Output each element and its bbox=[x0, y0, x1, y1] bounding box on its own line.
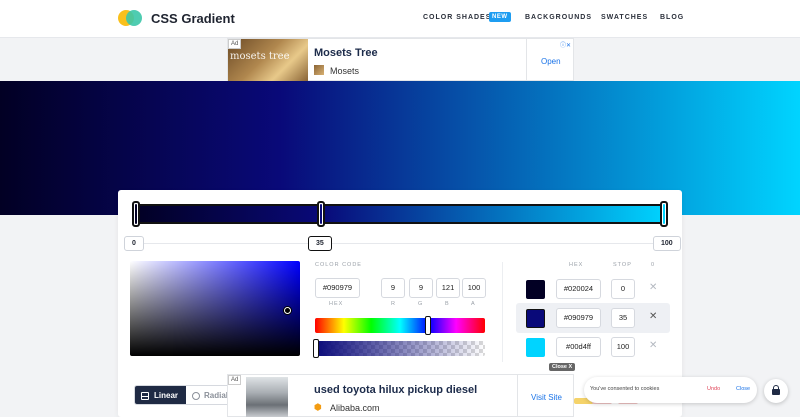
alpha-slider[interactable] bbox=[315, 341, 485, 356]
stop-hex-input[interactable]: #00d4ff bbox=[556, 337, 601, 357]
panel-divider bbox=[502, 262, 503, 362]
close-ad-button[interactable]: Close X bbox=[549, 363, 576, 371]
ad-image[interactable] bbox=[246, 377, 288, 417]
stop-swatch[interactable] bbox=[526, 309, 545, 328]
stop-row[interactable]: #00d4ff 100 ✕ bbox=[516, 332, 670, 362]
stop-position-input[interactable]: 0 bbox=[611, 279, 635, 299]
picker-cursor[interactable] bbox=[284, 307, 291, 314]
b-label: B bbox=[445, 301, 450, 307]
alpha-input[interactable]: 100 bbox=[462, 278, 486, 298]
g-label: G bbox=[418, 301, 424, 307]
ad-open-button[interactable]: Open bbox=[541, 57, 561, 66]
stop-position-input[interactable]: 35 bbox=[611, 308, 635, 328]
alpha-handle[interactable] bbox=[313, 339, 319, 358]
ad-advertiser: Alibaba.com bbox=[330, 403, 380, 413]
cookie-consent-toast: You've consented to cookies Undo Close bbox=[584, 377, 757, 403]
consent-message: You've consented to cookies bbox=[590, 386, 660, 392]
stop-swatch[interactable] bbox=[526, 280, 545, 299]
extra-column-header: 0 bbox=[651, 262, 656, 268]
red-input[interactable]: 9 bbox=[381, 278, 405, 298]
stop-handle-start[interactable] bbox=[132, 201, 140, 227]
remove-stop-icon[interactable]: ✕ bbox=[649, 282, 657, 293]
color-code-label: COLOR CODE bbox=[315, 262, 362, 268]
site-header: CSS Gradient COLOR SHADES NEW BACKGROUND… bbox=[0, 0, 800, 38]
hue-handle[interactable] bbox=[425, 316, 431, 335]
stop-position-end[interactable]: 100 bbox=[653, 236, 681, 251]
stop-position-input[interactable]: 100 bbox=[611, 337, 635, 357]
r-label: R bbox=[391, 301, 396, 307]
remove-stop-icon[interactable]: ✕ bbox=[649, 340, 657, 351]
gradient-type-tabs: Linear Radial bbox=[134, 385, 234, 405]
advertiser-logo-icon bbox=[314, 65, 324, 75]
tab-radial-label: Radial bbox=[204, 391, 229, 400]
brand-name[interactable]: CSS Gradient bbox=[151, 11, 235, 26]
ad-title[interactable]: Mosets Tree bbox=[314, 47, 378, 59]
privacy-settings-button[interactable] bbox=[764, 379, 788, 403]
logo-icon[interactable] bbox=[118, 10, 146, 28]
stop-hex-input[interactable]: #090979 bbox=[556, 308, 601, 328]
ad-divider bbox=[526, 39, 527, 81]
gradient-track[interactable] bbox=[134, 204, 668, 224]
top-ad-banner[interactable]: mosets tree Ad Mosets Tree Mosets Open ⓘ… bbox=[227, 38, 574, 81]
stop-handle-middle[interactable] bbox=[317, 201, 325, 227]
stop-position-start[interactable]: 0 bbox=[124, 236, 144, 251]
hex-column-header: HEX bbox=[569, 262, 584, 268]
ad-tag: Ad bbox=[228, 375, 242, 385]
hue-slider[interactable] bbox=[315, 318, 485, 333]
ad-image-text: mosets tree bbox=[230, 51, 290, 62]
lock-icon bbox=[772, 385, 780, 395]
linear-icon bbox=[141, 392, 149, 400]
nav-blog[interactable]: BLOG bbox=[660, 14, 684, 21]
remove-stop-icon[interactable]: ✕ bbox=[649, 311, 657, 322]
new-badge: NEW bbox=[489, 12, 511, 22]
stop-column-header: STOP bbox=[613, 262, 632, 268]
stop-hex-input[interactable]: #020024 bbox=[556, 279, 601, 299]
stop-swatch[interactable] bbox=[526, 338, 545, 357]
nav-color-shades[interactable]: COLOR SHADES bbox=[423, 14, 491, 21]
ad-divider bbox=[517, 375, 518, 417]
saturation-value-picker[interactable] bbox=[130, 261, 300, 356]
advertiser-logo-icon: ⬢ bbox=[314, 402, 322, 412]
hex-input[interactable]: #090979 bbox=[315, 278, 360, 298]
stop-position-line bbox=[138, 243, 668, 244]
ad-choices-icon[interactable]: ⓘ✕ bbox=[560, 40, 571, 49]
stop-row[interactable]: #020024 0 ✕ bbox=[516, 274, 670, 304]
nav-swatches[interactable]: SWATCHES bbox=[601, 14, 648, 21]
ad-advertiser: Mosets bbox=[330, 66, 360, 76]
nav-backgrounds[interactable]: BACKGROUNDS bbox=[525, 14, 592, 21]
radial-icon bbox=[192, 392, 200, 400]
hex-label: HEX bbox=[329, 301, 344, 307]
a-label: A bbox=[471, 301, 476, 307]
ad-tag: Ad bbox=[228, 39, 242, 49]
bottom-ad-banner[interactable]: Ad used toyota hilux pickup diesel ⬢ Ali… bbox=[227, 374, 574, 417]
stop-position-middle[interactable]: 35 bbox=[308, 236, 332, 251]
stop-handle-end[interactable] bbox=[660, 201, 668, 227]
consent-close-button[interactable]: Close bbox=[736, 386, 750, 392]
ad-title[interactable]: used toyota hilux pickup diesel bbox=[314, 384, 477, 396]
stop-row-selected[interactable]: #090979 35 ✕ bbox=[516, 303, 670, 333]
blue-input[interactable]: 121 bbox=[436, 278, 460, 298]
tab-linear[interactable]: Linear bbox=[135, 386, 186, 404]
green-input[interactable]: 9 bbox=[409, 278, 433, 298]
ad-visit-site-button[interactable]: Visit Site bbox=[531, 393, 562, 402]
consent-undo-button[interactable]: Undo bbox=[707, 386, 720, 392]
tab-linear-label: Linear bbox=[154, 391, 179, 400]
